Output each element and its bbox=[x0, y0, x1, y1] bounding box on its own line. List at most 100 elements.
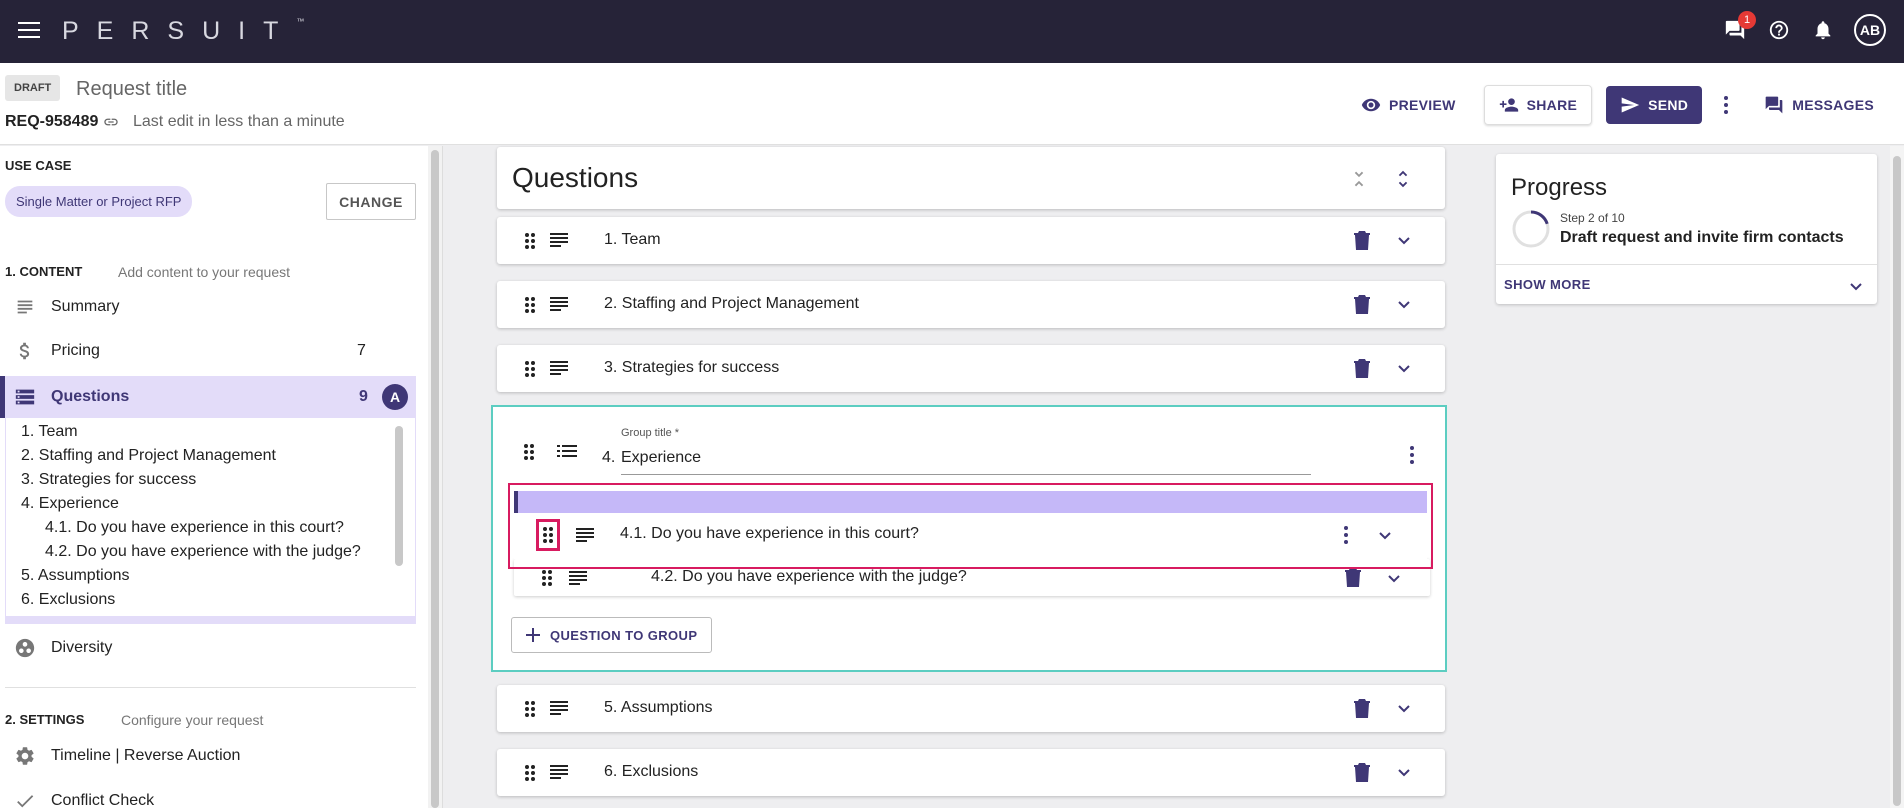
text-lines-icon bbox=[550, 233, 568, 247]
sidebar-item-label: Diversity bbox=[51, 639, 113, 656]
share-button[interactable]: SHARE bbox=[1483, 85, 1593, 125]
drag-handle-icon[interactable] bbox=[524, 700, 536, 718]
request-id: REQ-958489 bbox=[5, 113, 99, 130]
expand-all-icon[interactable] bbox=[1392, 167, 1414, 191]
link-icon[interactable] bbox=[101, 114, 121, 130]
chevron-down-icon[interactable] bbox=[1396, 360, 1412, 376]
drag-handle-icon[interactable] bbox=[524, 764, 536, 782]
avatar[interactable]: AB bbox=[1854, 14, 1886, 46]
trash-icon[interactable] bbox=[1353, 762, 1371, 782]
status-badge: DRAFT bbox=[5, 75, 61, 101]
content-section-label: 1. CONTENT bbox=[5, 264, 83, 279]
messages-button[interactable]: MESSAGES bbox=[1750, 86, 1888, 124]
last-edit-text: Last edit in less than a minute bbox=[133, 113, 345, 130]
dragging-question[interactable]: 4.1. Do you have experience in this cour… bbox=[508, 483, 1433, 569]
sidebar-item-timeline[interactable]: Timeline | Reverse Auction bbox=[0, 736, 416, 776]
drag-handle-icon[interactable] bbox=[523, 443, 535, 461]
drag-handle-icon[interactable] bbox=[524, 296, 536, 314]
progress-step: Step 2 of 10 bbox=[1560, 211, 1625, 225]
question-label: 3. Strategies for success bbox=[604, 359, 780, 376]
drag-handle-icon[interactable] bbox=[524, 232, 536, 250]
trash-icon[interactable] bbox=[1353, 294, 1371, 314]
sublist-item[interactable]: 1. Team bbox=[21, 423, 78, 441]
send-button[interactable]: SEND bbox=[1606, 86, 1703, 124]
question-row[interactable]: 3. Strategies for success bbox=[497, 345, 1445, 392]
chevron-down-icon[interactable] bbox=[1396, 700, 1412, 716]
sublist-item[interactable]: 5. Assumptions bbox=[21, 567, 130, 585]
sublist-item[interactable]: 4.2. Do you have experience with the jud… bbox=[45, 543, 361, 561]
sidebar-scrollbar[interactable] bbox=[428, 146, 442, 808]
sidebar-item-pricing[interactable]: Pricing 7 bbox=[0, 331, 416, 371]
sublist-item[interactable]: 4.1. Do you have experience in this cour… bbox=[45, 519, 344, 537]
chat-icon[interactable]: 1 bbox=[1722, 11, 1756, 43]
question-row[interactable]: 5. Assumptions bbox=[497, 685, 1445, 732]
sublist-scrollbar[interactable] bbox=[395, 426, 403, 566]
question-label: 5. Assumptions bbox=[604, 699, 713, 716]
trash-icon[interactable] bbox=[1353, 698, 1371, 718]
more-options-icon[interactable] bbox=[1336, 523, 1356, 547]
questions-badge: A bbox=[382, 384, 408, 410]
sidebar-item-conflict-check[interactable]: Conflict Check bbox=[0, 781, 416, 808]
help-icon[interactable] bbox=[1766, 17, 1792, 43]
question-label: 4.1. Do you have experience in this cour… bbox=[620, 525, 919, 542]
text-lines-icon bbox=[569, 571, 587, 585]
dollar-icon bbox=[13, 339, 37, 363]
sidebar: USE CASE Single Matter or Project RFP CH… bbox=[0, 146, 428, 808]
text-lines-icon bbox=[576, 528, 594, 542]
sub-question-row[interactable]: 4.1. Do you have experience in this cour… bbox=[514, 513, 1427, 559]
request-title-input[interactable]: Request title bbox=[76, 78, 187, 101]
brand-logo[interactable]: PERSUIT™ bbox=[62, 17, 304, 46]
bell-icon[interactable] bbox=[1810, 17, 1836, 43]
chevron-down-icon[interactable] bbox=[1377, 527, 1393, 543]
text-lines-icon bbox=[550, 765, 568, 779]
sublist-item[interactable]: 3. Strategies for success bbox=[21, 471, 196, 489]
menu-icon[interactable] bbox=[18, 22, 40, 40]
sidebar-item-label: Conflict Check bbox=[51, 792, 155, 808]
sublist-item[interactable]: 2. Staffing and Project Management bbox=[21, 447, 276, 465]
chevron-down-icon[interactable] bbox=[1396, 232, 1412, 248]
drag-handle-icon[interactable] bbox=[541, 569, 553, 587]
question-label: 6. Exclusions bbox=[604, 763, 699, 780]
add-question-to-group-button[interactable]: QUESTION TO GROUP bbox=[511, 617, 712, 653]
drag-handle-icon[interactable] bbox=[524, 360, 536, 378]
progress-description: Draft request and invite firm contacts bbox=[1560, 229, 1844, 246]
storage-icon bbox=[13, 385, 37, 409]
sidebar-item-label: Timeline | Reverse Auction bbox=[51, 747, 241, 764]
main-scrollbar[interactable] bbox=[1890, 146, 1904, 808]
question-row[interactable]: 1. Team bbox=[497, 217, 1445, 264]
brand-text: PERSUIT bbox=[62, 17, 297, 45]
question-row[interactable]: 6. Exclusions bbox=[497, 749, 1445, 796]
group-title-underline bbox=[621, 474, 1311, 475]
preview-button[interactable]: PREVIEW bbox=[1347, 86, 1470, 124]
question-label: 2. Staffing and Project Management bbox=[604, 295, 859, 312]
collapse-all-icon[interactable] bbox=[1348, 167, 1370, 191]
show-more-button[interactable]: SHOW MORE bbox=[1504, 277, 1591, 292]
chevron-down-icon[interactable] bbox=[1848, 278, 1864, 294]
chat-badge: 1 bbox=[1738, 11, 1756, 29]
main-gutter bbox=[442, 146, 497, 808]
check-icon bbox=[13, 789, 37, 808]
chevron-down-icon[interactable] bbox=[1396, 296, 1412, 312]
page-title: Questions bbox=[512, 162, 639, 193]
sublist-item[interactable]: 6. Exclusions bbox=[21, 591, 115, 609]
sidebar-item-questions[interactable]: Questions 9 A bbox=[0, 376, 416, 418]
group-title-input[interactable]: Experience bbox=[621, 449, 701, 467]
chevron-down-icon[interactable] bbox=[1396, 764, 1412, 780]
group-title-label: Group title * bbox=[621, 427, 680, 439]
change-button[interactable]: CHANGE bbox=[326, 183, 416, 220]
chevron-down-icon[interactable] bbox=[1386, 570, 1402, 586]
trash-icon[interactable] bbox=[1344, 567, 1362, 587]
sidebar-item-diversity[interactable]: Diversity bbox=[0, 628, 416, 668]
trash-icon[interactable] bbox=[1353, 230, 1371, 250]
sidebar-item-summary[interactable]: Summary bbox=[0, 287, 416, 327]
use-case-label: USE CASE bbox=[5, 158, 72, 173]
share-label: SHARE bbox=[1526, 97, 1578, 113]
sublist-item[interactable]: 4. Experience bbox=[21, 495, 119, 513]
sidebar-item-label: Summary bbox=[51, 298, 120, 315]
drag-handle-icon[interactable] bbox=[536, 519, 560, 551]
question-row[interactable]: 2. Staffing and Project Management bbox=[497, 281, 1445, 328]
trash-icon[interactable] bbox=[1353, 358, 1371, 378]
group-more-icon[interactable] bbox=[1402, 443, 1422, 467]
more-options-icon[interactable] bbox=[1716, 93, 1736, 117]
drop-indicator bbox=[514, 491, 1427, 513]
